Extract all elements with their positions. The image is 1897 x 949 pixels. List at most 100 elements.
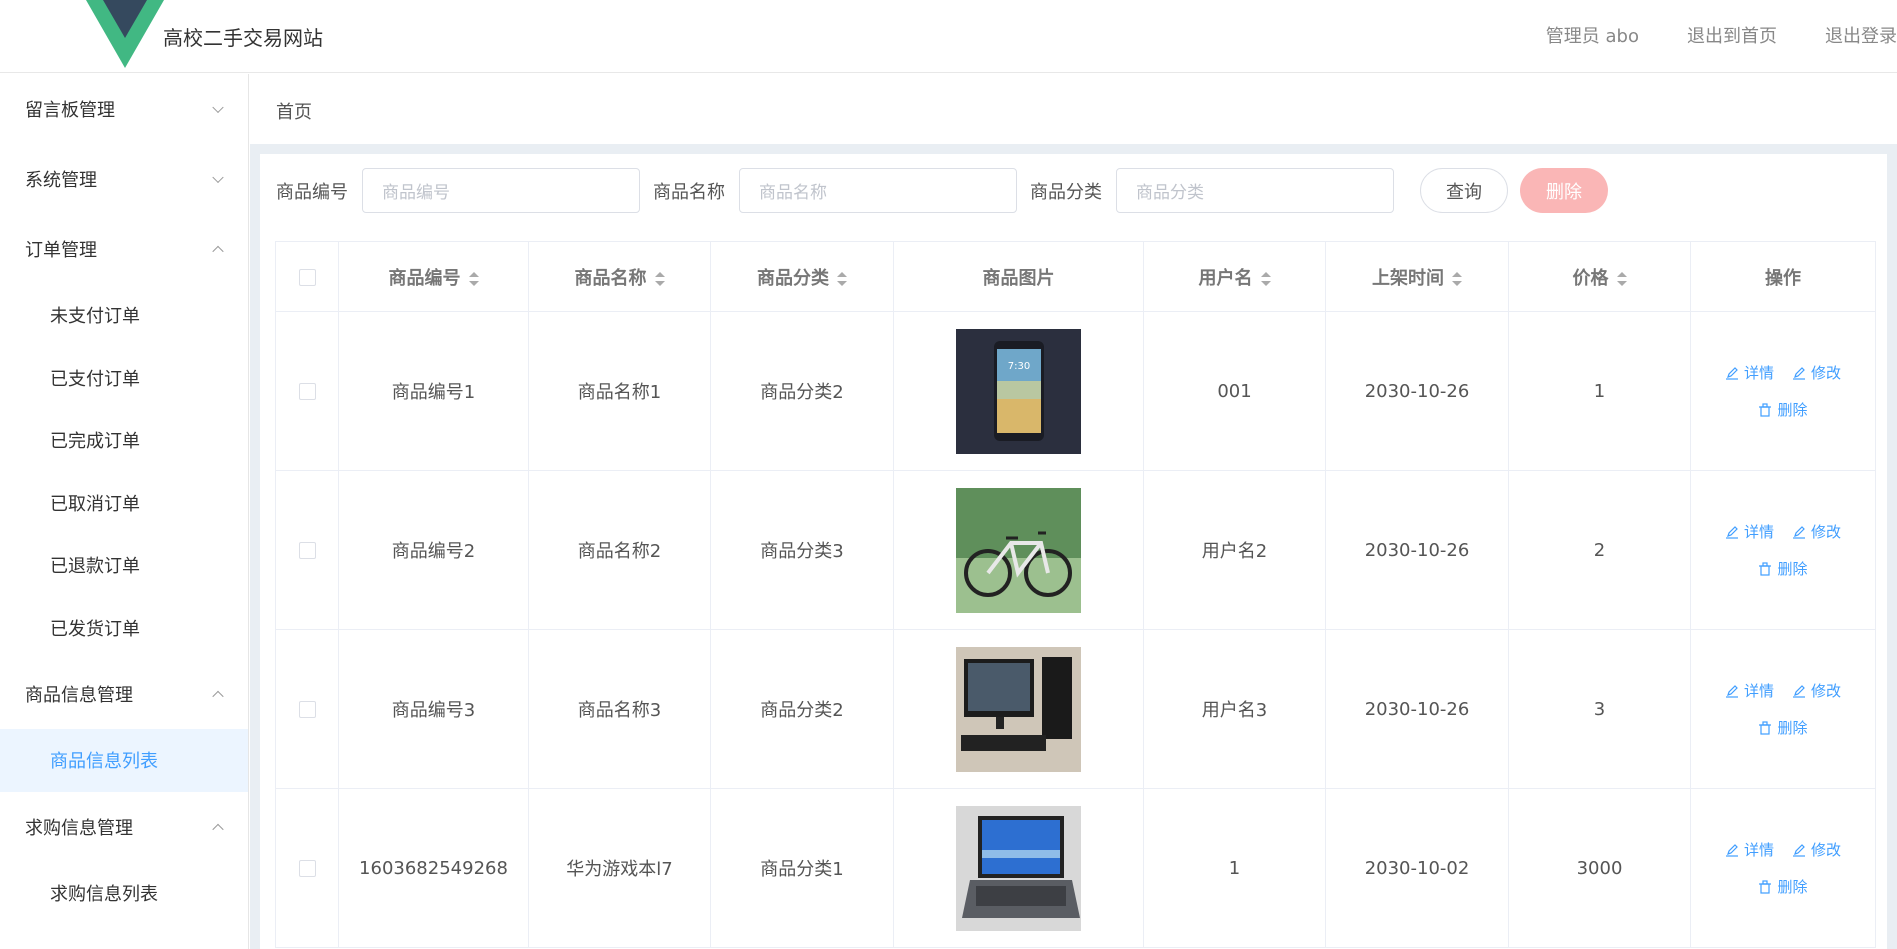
menu-group-message-board[interactable]: 留言板管理 bbox=[0, 74, 248, 144]
cell-price: 3000 bbox=[1508, 788, 1691, 948]
menu-group-system[interactable]: 系统管理 bbox=[0, 144, 248, 214]
cell-name: 商品名称1 bbox=[528, 311, 711, 471]
edit-button[interactable]: 修改 bbox=[1792, 839, 1841, 860]
edit-button[interactable]: 修改 bbox=[1792, 362, 1841, 383]
cell-user: 用户名2 bbox=[1143, 470, 1326, 630]
delete-button[interactable]: 删除 bbox=[1758, 876, 1808, 897]
sort-icon[interactable] bbox=[1616, 271, 1627, 286]
goods-name-input[interactable]: 商品名称 bbox=[739, 168, 1017, 213]
column-header-code[interactable]: 商品编号 bbox=[338, 241, 529, 312]
sort-icon[interactable] bbox=[654, 271, 665, 286]
row-actions: 详情 修改 删除 bbox=[1691, 839, 1875, 897]
chevron-up-icon bbox=[212, 823, 224, 835]
detail-button[interactable]: 详情 bbox=[1725, 521, 1774, 542]
menu-item-paid-orders[interactable]: 已支付订单 bbox=[0, 347, 248, 410]
menu-group-label: 订单管理 bbox=[25, 240, 97, 261]
row-checkbox[interactable] bbox=[298, 860, 316, 877]
content-panel: 商品编号 商品编号 商品名称 商品名称 商品分类 商品分类 查询 删除 商品编号… bbox=[260, 154, 1887, 949]
row-actions: 详情 修改 删除 bbox=[1691, 521, 1875, 579]
edit-icon bbox=[1793, 525, 1805, 539]
column-header-actions: 操作 bbox=[1690, 241, 1876, 312]
edit-icon bbox=[1793, 684, 1805, 698]
cell-name: 商品名称2 bbox=[528, 470, 711, 630]
trash-icon bbox=[1759, 561, 1772, 576]
edit-icon bbox=[1793, 366, 1805, 380]
menu-group-wanted[interactable]: 求购信息管理 bbox=[0, 792, 248, 862]
menu-item-refunded-orders[interactable]: 已退款订单 bbox=[0, 534, 248, 597]
cell-price: 1 bbox=[1508, 311, 1691, 471]
exit-to-home-link[interactable]: 退出到首页 bbox=[1687, 22, 1777, 48]
cell-user: 1 bbox=[1143, 788, 1326, 948]
edit-icon bbox=[1725, 366, 1738, 380]
cell-code: 1603682549268 bbox=[338, 788, 529, 948]
detail-button[interactable]: 详情 bbox=[1725, 362, 1774, 383]
select-all-cell bbox=[275, 241, 339, 312]
cell-date: 2030-10-26 bbox=[1325, 629, 1509, 789]
column-header-category[interactable]: 商品分类 bbox=[710, 241, 894, 312]
chevron-up-icon bbox=[212, 690, 224, 703]
smartphone-image[interactable]: 7:30 bbox=[956, 328, 1081, 454]
menu-item-goods-list[interactable]: 商品信息列表 bbox=[0, 729, 248, 792]
menu-group-label: 求购信息管理 bbox=[25, 817, 133, 839]
sort-icon[interactable] bbox=[468, 271, 479, 286]
table-row: 商品编号1 商品名称1 商品分类2 7:30 001 2030-10-26 1 bbox=[275, 311, 1876, 471]
desktop-computer-image[interactable] bbox=[956, 646, 1081, 772]
edit-button[interactable]: 修改 bbox=[1792, 680, 1841, 701]
cell-date: 2030-10-26 bbox=[1325, 470, 1509, 630]
sort-icon[interactable] bbox=[1452, 271, 1462, 286]
menu-item-shipped-orders[interactable]: 已发货订单 bbox=[0, 597, 248, 660]
select-all-checkbox[interactable] bbox=[298, 268, 316, 286]
table-row: 商品编号2 商品名称2 商品分类3 用户名2 2030-10-26 2 详情 修… bbox=[275, 470, 1876, 630]
detail-button[interactable]: 详情 bbox=[1725, 839, 1774, 860]
sort-icon[interactable] bbox=[1260, 271, 1271, 286]
edit-icon bbox=[1725, 684, 1738, 698]
bicycle-image[interactable] bbox=[956, 487, 1081, 613]
edit-icon bbox=[1725, 843, 1738, 857]
goods-code-input[interactable]: 商品编号 bbox=[362, 168, 640, 213]
sort-icon[interactable] bbox=[837, 271, 847, 286]
search-bar: 商品编号 商品编号 商品名称 商品名称 商品分类 商品分类 查询 删除 bbox=[276, 168, 1608, 213]
table-row: 商品编号3 商品名称3 商品分类2 用户名3 2030-10-26 3 详情 修… bbox=[275, 629, 1876, 789]
goods-table: 商品编号 商品名称 商品分类 商品图片 用户名 上架时间 价格 操作 商品编号1… bbox=[275, 241, 1876, 948]
goods-name-label: 商品名称 bbox=[653, 181, 725, 203]
batch-delete-button[interactable]: 删除 bbox=[1520, 168, 1608, 213]
menu-item-wanted-list[interactable]: 求购信息列表 bbox=[0, 862, 248, 925]
row-checkbox[interactable] bbox=[298, 701, 316, 718]
logout-link[interactable]: 退出登录 bbox=[1825, 22, 1897, 48]
delete-button[interactable]: 删除 bbox=[1758, 717, 1808, 738]
column-header-user[interactable]: 用户名 bbox=[1143, 241, 1326, 312]
column-header-name[interactable]: 商品名称 bbox=[528, 241, 711, 312]
row-checkbox[interactable] bbox=[298, 383, 316, 400]
row-actions: 详情 修改 删除 bbox=[1691, 362, 1875, 420]
chevron-down-icon bbox=[212, 101, 224, 114]
svg-text:7:30: 7:30 bbox=[1008, 361, 1030, 372]
menu-group-goods[interactable]: 商品信息管理 bbox=[0, 659, 248, 729]
chevron-down-icon bbox=[212, 171, 224, 184]
cell-price: 3 bbox=[1508, 629, 1691, 789]
detail-button[interactable]: 详情 bbox=[1725, 680, 1774, 701]
header-links: 管理员 abo 退出到首页 退出登录 bbox=[1498, 22, 1897, 48]
column-header-price[interactable]: 价格 bbox=[1508, 241, 1691, 312]
goods-category-input[interactable]: 商品分类 bbox=[1116, 168, 1394, 213]
row-checkbox[interactable] bbox=[298, 542, 316, 559]
menu-item-completed-orders[interactable]: 已完成订单 bbox=[0, 409, 248, 472]
cell-name: 华为游戏本l7 bbox=[528, 788, 711, 948]
cell-code: 商品编号3 bbox=[338, 629, 529, 789]
delete-button[interactable]: 删除 bbox=[1758, 399, 1808, 420]
menu-item-unpaid-orders[interactable]: 未支付订单 bbox=[0, 284, 248, 347]
breadcrumb-home[interactable]: 首页 bbox=[276, 98, 312, 124]
cell-name: 商品名称3 bbox=[528, 629, 711, 789]
menu-group-label: 留言板管理 bbox=[25, 100, 115, 121]
delete-button[interactable]: 删除 bbox=[1758, 558, 1808, 579]
laptop-image[interactable] bbox=[956, 805, 1081, 931]
menu-item-cancelled-orders[interactable]: 已取消订单 bbox=[0, 472, 248, 535]
column-header-date[interactable]: 上架时间 bbox=[1325, 241, 1509, 312]
sidebar-menu: 留言板管理 系统管理 订单管理 未支付订单 已支付订单 已完成订单 已取消订单 … bbox=[0, 74, 249, 949]
menu-group-orders[interactable]: 订单管理 bbox=[0, 214, 248, 284]
cell-code: 商品编号2 bbox=[338, 470, 529, 630]
edit-button[interactable]: 修改 bbox=[1792, 521, 1841, 542]
edit-icon bbox=[1725, 525, 1738, 539]
menu-group-label: 系统管理 bbox=[25, 170, 97, 191]
cell-date: 2030-10-02 bbox=[1325, 788, 1509, 948]
query-button[interactable]: 查询 bbox=[1420, 168, 1508, 213]
